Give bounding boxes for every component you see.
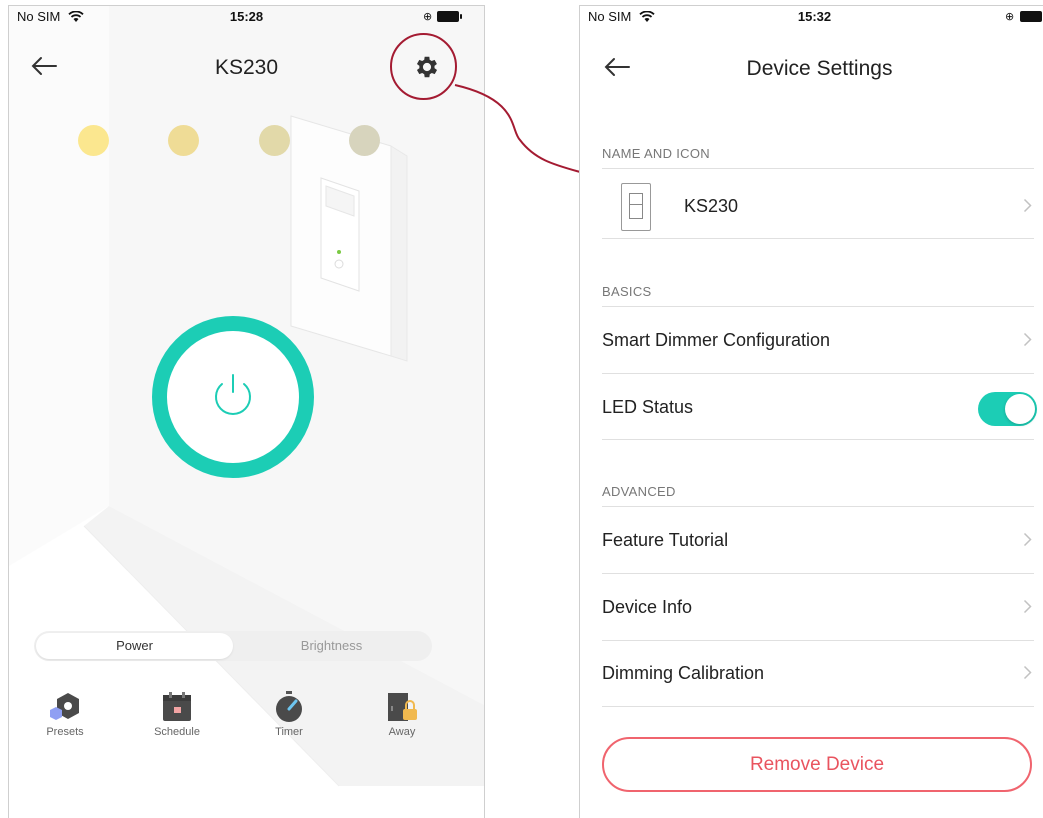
device-info-label: Device Info	[602, 597, 693, 617]
chevron-right-icon	[1023, 198, 1032, 213]
section-header-basics: BASICS	[602, 284, 652, 299]
page-title: Device Settings	[746, 57, 893, 80]
status-bar: No SIM 15:32 ⊕	[580, 6, 1043, 28]
toggle-knob	[1005, 394, 1035, 424]
status-time: 15:32	[797, 9, 832, 24]
device-settings-screen: No SIM 15:32 ⊕ Device Settings NAME AND …	[579, 5, 1043, 818]
divider	[602, 439, 1034, 440]
battery-icon	[1020, 11, 1042, 22]
feature-tutorial-row[interactable]: Feature Tutorial	[602, 507, 1034, 573]
chevron-right-icon	[1023, 532, 1032, 547]
led-status-toggle[interactable]	[978, 392, 1037, 426]
led-status-label: LED Status	[602, 397, 694, 417]
smart-dimmer-configuration-label: Smart Dimmer Configuration	[602, 330, 831, 350]
chevron-right-icon	[1023, 665, 1032, 680]
divider	[602, 706, 1034, 707]
section-header-name-and-icon: NAME AND ICON	[602, 146, 710, 161]
device-name: KS230	[684, 196, 739, 216]
divider	[602, 238, 1034, 239]
device-info-row[interactable]: Device Info	[602, 574, 1034, 640]
remove-device-button[interactable]: Remove Device	[602, 737, 1032, 792]
rotation-lock-icon: ⊕	[1005, 11, 1015, 23]
dimming-calibration-label: Dimming Calibration	[602, 663, 765, 683]
chevron-right-icon	[1023, 599, 1032, 614]
switch-device-icon	[621, 183, 651, 231]
smart-dimmer-configuration-row[interactable]: Smart Dimmer Configuration	[602, 307, 1034, 373]
chevron-right-icon	[1023, 332, 1032, 347]
dimming-calibration-row[interactable]: Dimming Calibration	[602, 640, 1034, 706]
feature-tutorial-label: Feature Tutorial	[602, 530, 729, 550]
section-header-advanced: ADVANCED	[602, 484, 676, 499]
device-name-row[interactable]: KS230	[602, 173, 1034, 239]
led-status-row: LED Status	[602, 374, 1037, 440]
divider	[602, 168, 1034, 169]
